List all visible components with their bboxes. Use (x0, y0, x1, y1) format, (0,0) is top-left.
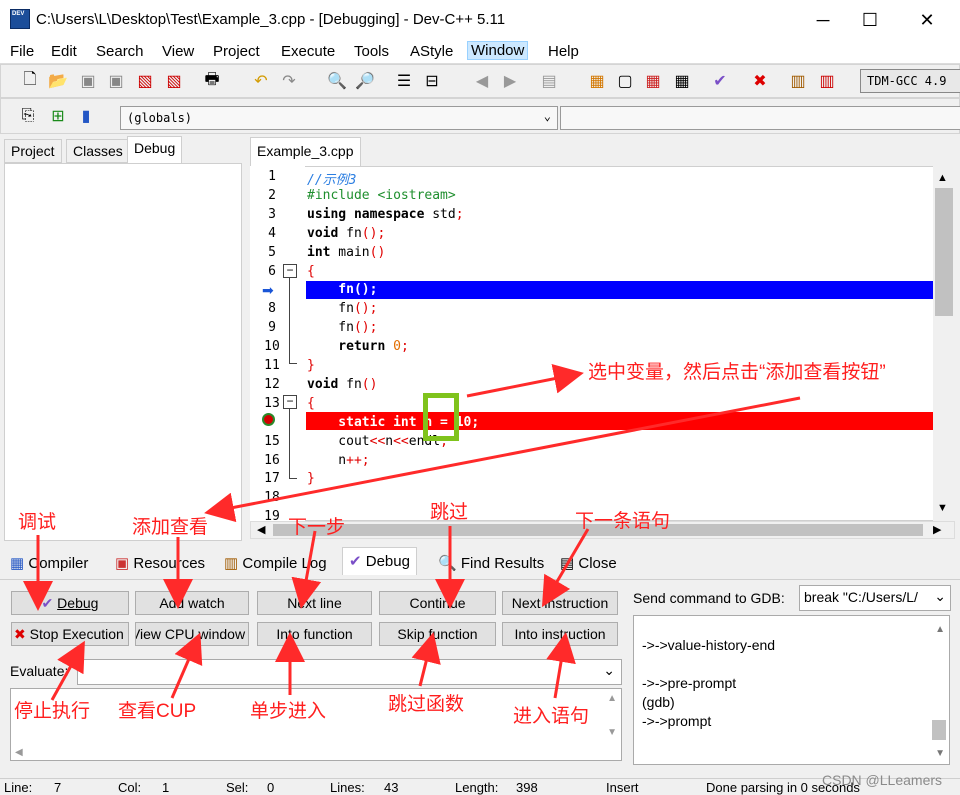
status-line: 7 (54, 780, 62, 795)
annotation-next-step: 下一步 (288, 517, 346, 538)
status-lines-label: Lines: (330, 780, 365, 795)
annotation-into-statement: 进入语句 (513, 706, 590, 727)
annotation-step-into: 单步进入 (250, 701, 327, 722)
annotation-add-watch: 添加查看 (132, 517, 209, 538)
arrow-to-add-watch-note (204, 396, 801, 523)
status-col: 1 (162, 780, 170, 795)
annotation-skip-function: 跳过函数 (388, 694, 465, 715)
annotation-debug: 调试 (18, 512, 57, 533)
status-col-label: Col: (118, 780, 142, 795)
arrow-to-next-line-button (291, 530, 322, 609)
arrow-to-stop-button (50, 640, 85, 701)
status-sel: 0 (267, 780, 275, 795)
annotation-select-variable: 选中变量，然后点击“添加查看按钮” (588, 362, 886, 383)
arrow-to-skip-function-button (411, 632, 441, 687)
annotation-stop: 停止执行 (14, 701, 91, 722)
status-line-label: Line: (4, 780, 33, 795)
annotation-next-statement: 下一条语句 (575, 511, 671, 532)
arrow-to-view-cpu-button (170, 632, 203, 699)
annotation-view-cpu: 查看CUP (118, 701, 197, 722)
status-mode: Insert (606, 780, 639, 795)
status-length: 398 (516, 780, 538, 795)
arrow-to-next-instruction-button (541, 528, 590, 608)
arrow-to-into-instruction-button (546, 632, 576, 699)
status-bar: Line: 7 Col: 1 Sel: 0 Lines: 43 Length: … (0, 778, 960, 795)
watermark: CSDN @LLeamers (822, 772, 943, 788)
status-sel-label: Sel: (226, 780, 249, 795)
arrow-to-select-note (466, 363, 584, 398)
annotation-skip: 跳过 (430, 502, 469, 523)
annotation-arrows (23, 363, 801, 701)
status-lines: 43 (384, 780, 399, 795)
status-length-label: Length: (455, 780, 499, 795)
